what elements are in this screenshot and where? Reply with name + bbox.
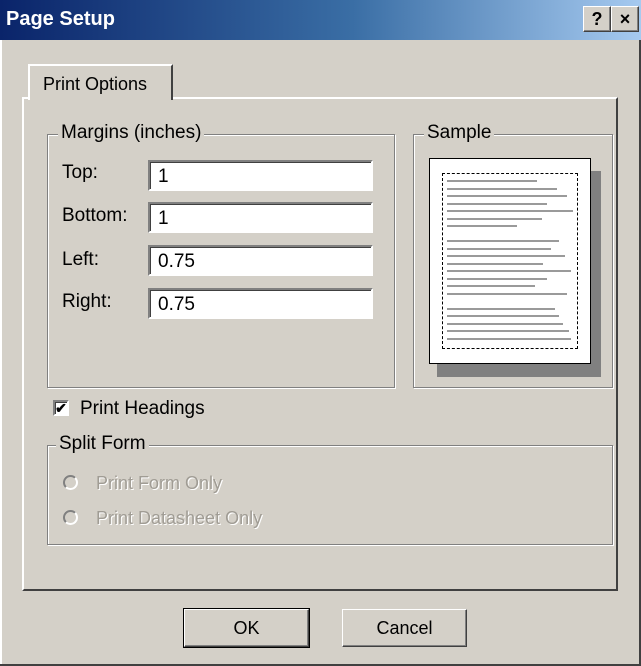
title-bar[interactable]: Page Setup ? × xyxy=(0,0,641,40)
sample-text-line xyxy=(447,195,567,197)
right-margin-input[interactable]: 0.75 xyxy=(148,288,373,319)
sample-page-preview xyxy=(429,158,591,364)
print-datasheet-only-radio[interactable] xyxy=(63,510,78,525)
window-frame-left xyxy=(0,40,2,666)
print-form-only-label: Print Form Only xyxy=(96,473,223,493)
sample-text-line xyxy=(447,225,517,227)
sample-text-line xyxy=(447,322,563,325)
sample-text-line xyxy=(447,187,557,190)
sample-text-line xyxy=(447,217,542,220)
sample-text-line xyxy=(447,270,571,272)
sample-text-line xyxy=(447,255,565,257)
margins-group-label: Margins (inches) xyxy=(58,122,205,144)
sample-text-line xyxy=(447,180,537,182)
sample-text-line xyxy=(447,315,559,317)
print-headings-checkbox[interactable]: ✔ xyxy=(53,400,69,416)
left-margin-input[interactable]: 0.75 xyxy=(148,245,373,276)
sample-text-line xyxy=(447,262,543,265)
sample-text-line xyxy=(447,292,567,295)
help-button[interactable]: ? xyxy=(583,6,611,32)
sample-text-line xyxy=(447,337,571,340)
sample-text-line xyxy=(447,210,573,212)
print-headings-label[interactable]: Print Headings xyxy=(80,398,205,420)
print-form-only-radio[interactable] xyxy=(63,475,78,490)
bottom-margin-input[interactable]: 1 xyxy=(148,202,373,233)
print-datasheet-only-label: Print Datasheet Only xyxy=(96,508,263,528)
tab-label: Print Options xyxy=(43,74,148,94)
right-margin-label: Right: xyxy=(62,291,112,312)
sample-text-line xyxy=(447,247,551,250)
cancel-button[interactable]: Cancel xyxy=(342,609,467,647)
split-form-group-label: Split Form xyxy=(56,433,149,455)
sample-text-line xyxy=(447,277,547,280)
split-form-group: Split Form xyxy=(47,433,613,545)
sample-text-line xyxy=(447,307,555,310)
window-title: Page Setup xyxy=(6,8,115,30)
sample-text-line xyxy=(447,330,569,332)
sample-group-label: Sample xyxy=(424,122,495,144)
tab-print-options[interactable]: Print Options xyxy=(28,64,173,100)
top-margin-input[interactable]: 1 xyxy=(148,160,373,191)
bottom-margin-label: Bottom: xyxy=(62,205,128,226)
sample-text-line xyxy=(447,202,547,205)
sample-text-line xyxy=(447,285,535,287)
sample-margin-outline xyxy=(442,173,578,349)
close-button[interactable]: × xyxy=(611,6,639,32)
top-margin-label: Top: xyxy=(62,162,98,183)
ok-button[interactable]: OK xyxy=(183,608,310,648)
left-margin-label: Left: xyxy=(62,249,99,270)
sample-text-line xyxy=(447,240,559,242)
